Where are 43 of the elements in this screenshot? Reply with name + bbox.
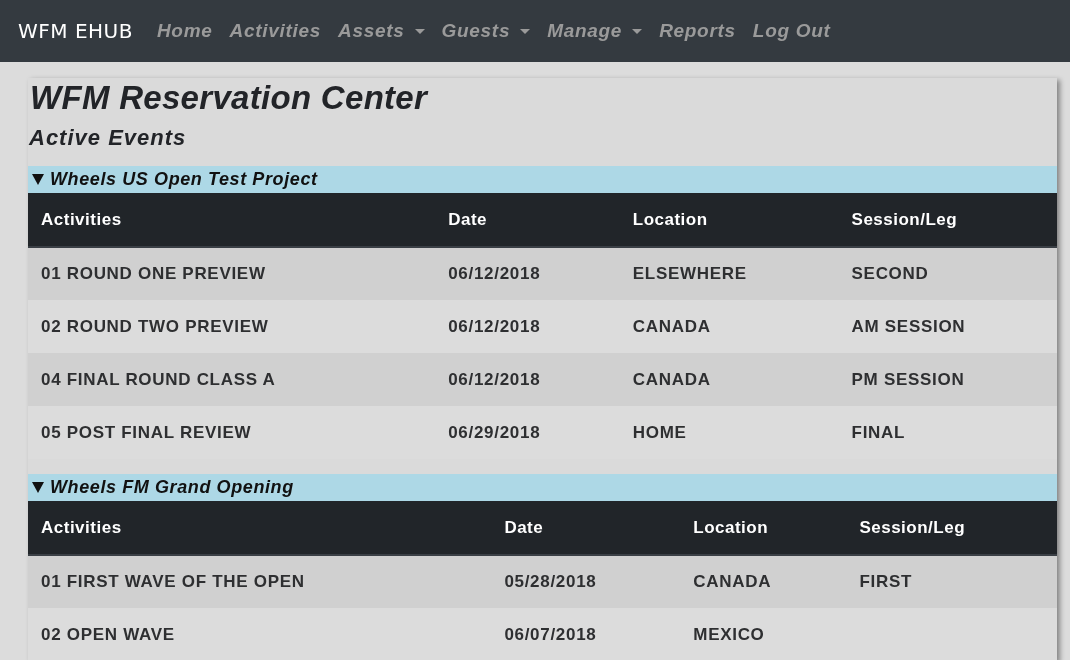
page-title: WFM Reservation Center <box>29 78 428 118</box>
column-header: Location <box>680 501 847 555</box>
table-cell: FIRST <box>846 555 1057 608</box>
event-header-bar[interactable]: Wheels FM Grand Opening <box>28 474 1057 501</box>
table-cell: 06/12/2018 <box>435 247 620 300</box>
column-header: Date <box>435 193 620 247</box>
table-cell: 06/12/2018 <box>435 353 620 406</box>
table-cell: 01 FIRST WAVE OF THE OPEN <box>28 555 492 608</box>
nav-dropdown[interactable]: Manage <box>547 20 643 42</box>
brand-link[interactable]: WFM EHUB <box>18 19 133 43</box>
section-title: Active Events <box>28 124 187 152</box>
table-cell: 01 ROUND ONE PREVIEW <box>28 247 436 300</box>
table-cell: 05 POST FINAL REVIEW <box>28 406 436 459</box>
triangle-down-icon[interactable] <box>32 174 44 185</box>
event-header-bar[interactable]: Wheels US Open Test Project <box>28 166 1057 193</box>
nav-link[interactable]: Activities <box>229 20 321 42</box>
column-header: Activities <box>28 193 436 247</box>
nav-dropdown[interactable]: Assets <box>338 20 425 42</box>
table-cell: SECOND <box>838 247 1057 300</box>
nav-dropdown[interactable]: Guests <box>441 20 531 42</box>
event-name: Wheels FM Grand Opening <box>50 477 294 498</box>
table-cell: AM SESSION <box>838 300 1057 353</box>
table-cell: CANADA <box>680 555 847 608</box>
triangle-down-icon[interactable] <box>32 482 44 493</box>
column-header: Date <box>491 501 681 555</box>
event-name: Wheels US Open Test Project <box>50 169 318 190</box>
column-header: Location <box>619 193 839 247</box>
column-header: Activities <box>28 501 492 555</box>
nav-link[interactable]: Log Out <box>752 20 831 42</box>
table-cell: PM SESSION <box>838 353 1057 406</box>
table-cell: 05/28/2018 <box>491 555 681 608</box>
table-cell: FINAL <box>838 406 1057 459</box>
table-cell: CANADA <box>619 353 839 406</box>
table-cell: ELSEWHERE <box>619 247 839 300</box>
column-header: Session/Leg <box>846 501 1057 555</box>
nav-link[interactable]: Reports <box>659 20 736 42</box>
column-header: Session/Leg <box>838 193 1057 247</box>
table-cell: 04 FINAL ROUND CLASS A <box>28 353 436 406</box>
table-cell: 02 OPEN WAVE <box>28 608 492 660</box>
table-cell: 02 ROUND TWO PREVIEW <box>28 300 436 353</box>
table-cell: CANADA <box>619 300 839 353</box>
nav-link[interactable]: Home <box>156 20 213 42</box>
table-cell: 06/12/2018 <box>435 300 620 353</box>
